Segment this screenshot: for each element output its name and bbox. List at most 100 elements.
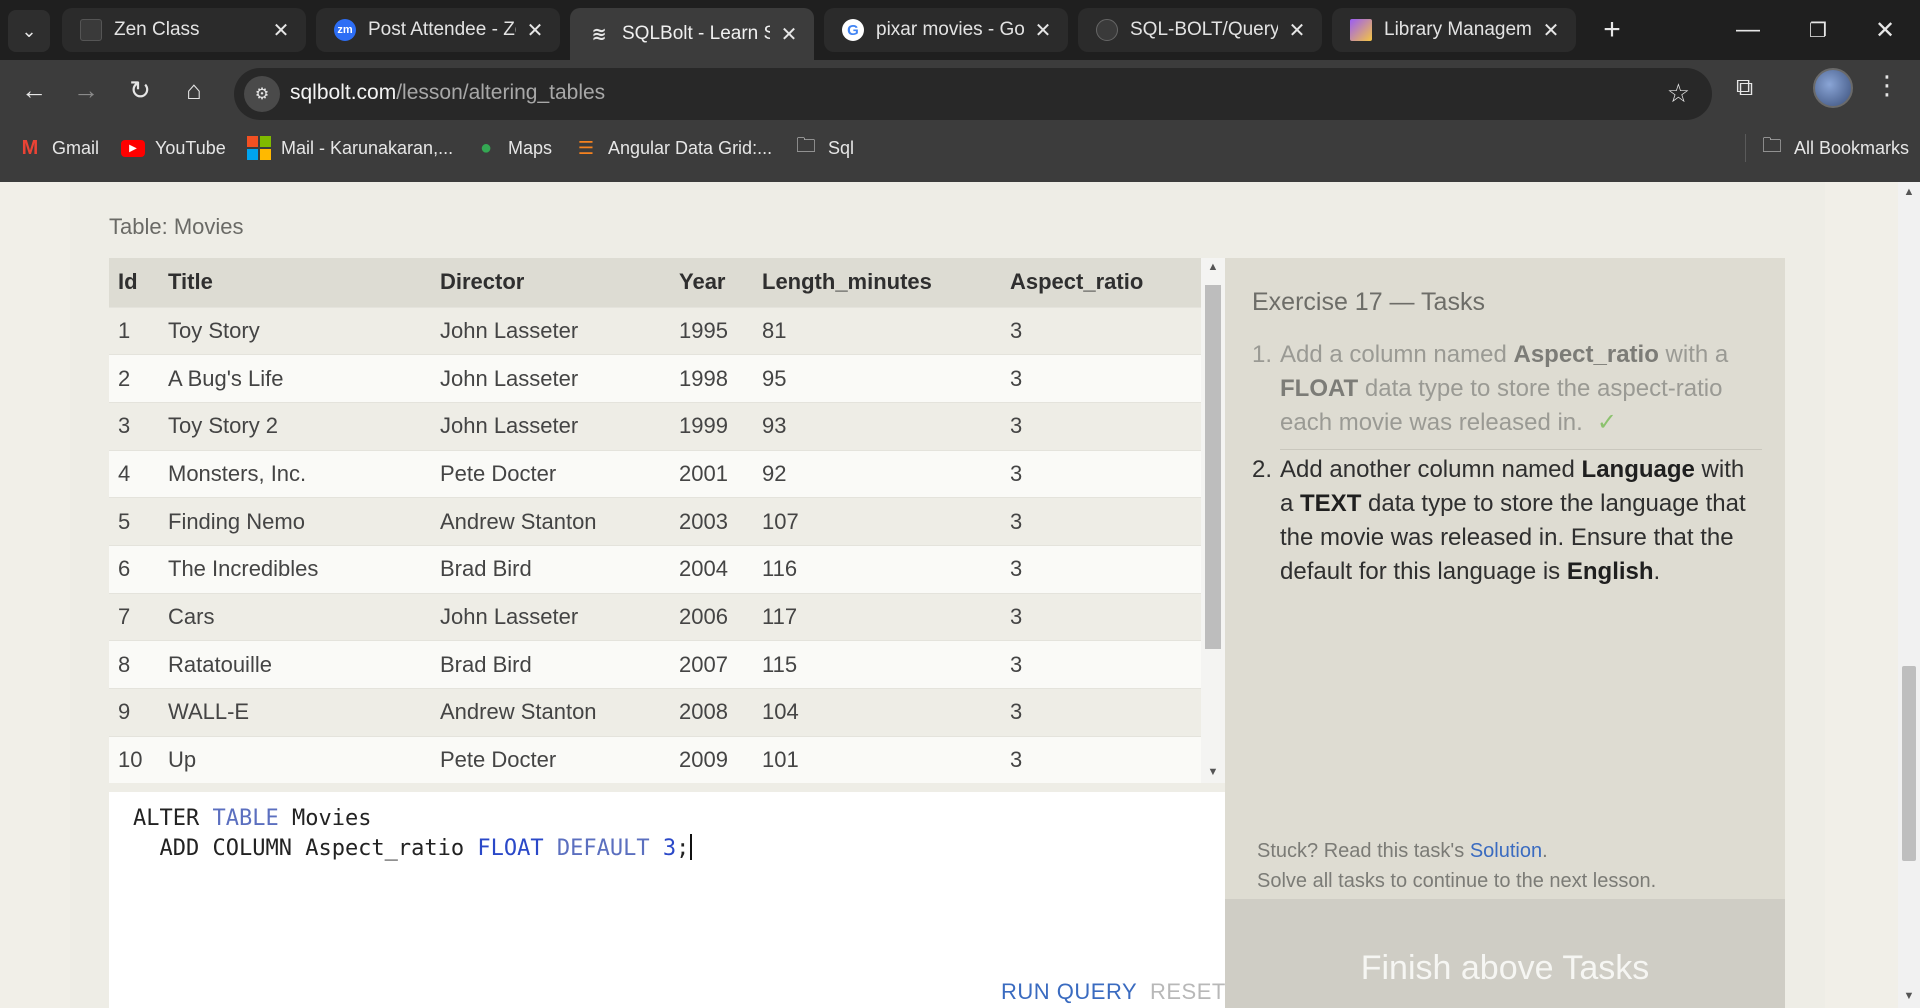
gmail-icon: M: [21, 136, 39, 159]
scroll-down-arrow-icon[interactable]: ▼: [1201, 766, 1225, 778]
site-info-icon[interactable]: ⚙: [244, 76, 280, 112]
exercise-title: Exercise 17 — Tasks: [1252, 288, 1485, 316]
close-tab-icon[interactable]: ✕: [1032, 18, 1054, 43]
cell: 8: [109, 640, 159, 689]
cell: 3: [1001, 688, 1201, 737]
tab-title: SQL-BOLT/Query-A: [1130, 19, 1278, 40]
cell: Toy Story 2: [159, 401, 431, 451]
youtube-icon: ▶: [121, 138, 145, 158]
cell: 3: [1001, 449, 1201, 498]
minimize-icon[interactable]: —: [1713, 0, 1783, 60]
finish-tasks-button[interactable]: Finish above Tasks: [1225, 899, 1785, 1008]
cell: Andrew Stanton: [431, 497, 670, 546]
bookmark-label: YouTube: [155, 137, 226, 158]
table-row: 5 Finding Nemo Andrew Stanton 2003 107 3: [109, 497, 1201, 546]
task-text-bold: English: [1566, 558, 1654, 585]
solution-link[interactable]: Solution: [1470, 840, 1542, 862]
cell: 3: [109, 401, 159, 451]
tab-zoom[interactable]: zm Post Attendee - Zoom ✕: [316, 8, 560, 52]
scroll-up-arrow-icon[interactable]: ▲: [1201, 261, 1225, 273]
profile-avatar[interactable]: [1813, 68, 1853, 108]
results-table: Id Title Director Year Length_minutes As…: [109, 258, 1201, 783]
bookmark-maps[interactable]: ● Maps: [474, 134, 552, 162]
column-header: Year: [670, 258, 753, 307]
cell: 2004: [670, 544, 753, 594]
close-tab-icon[interactable]: ✕: [1540, 18, 1562, 43]
cell: John Lasseter: [431, 401, 670, 451]
bookmark-gmail[interactable]: M Gmail: [18, 134, 99, 162]
bookmark-star-icon[interactable]: ☆: [1667, 78, 1690, 109]
close-tab-icon[interactable]: ✕: [524, 18, 546, 43]
forward-arrow-icon[interactable]: →: [66, 70, 106, 110]
cell: 3: [1001, 640, 1201, 689]
menu-dots-icon[interactable]: ⋮: [1874, 70, 1900, 101]
tab-zen-class[interactable]: Zen Class ✕: [62, 8, 306, 52]
cell: Pete Docter: [431, 449, 670, 498]
task-divider: [1280, 449, 1762, 450]
page-scrollbar[interactable]: ▲ ▼: [1898, 182, 1920, 1008]
cell: WALL-E: [159, 688, 431, 737]
task-text: Add another column named Language with a…: [1280, 453, 1762, 589]
results-scrollbar[interactable]: ▲ ▼: [1201, 258, 1225, 783]
bookmark-mail[interactable]: Mail - Karunakaran,...: [247, 134, 453, 162]
tab-search-chevron-icon[interactable]: ⌄: [8, 10, 50, 52]
cell: Cars: [159, 592, 431, 641]
reset-button[interactable]: RESET: [1150, 979, 1226, 1005]
folder-icon: 🗀: [796, 135, 816, 157]
query-editor[interactable]: ALTER TABLE Movies ADD COLUMN Aspect_rat…: [109, 792, 1225, 1008]
cell: 1995: [670, 306, 753, 355]
scroll-down-arrow-icon[interactable]: ▼: [1898, 990, 1920, 1002]
column-header: Title: [159, 258, 431, 307]
close-tab-icon[interactable]: ✕: [270, 18, 292, 43]
column-header: Id: [109, 258, 159, 307]
cell: 1999: [670, 401, 753, 451]
page-content: Table: Movies Id Title Director Year Len…: [0, 182, 1920, 1008]
scrollbar-thumb[interactable]: [1205, 285, 1221, 649]
tab-library[interactable]: Library Management ✕: [1332, 8, 1576, 52]
google-favicon: G: [842, 19, 864, 41]
scrollbar-thumb[interactable]: [1902, 666, 1916, 861]
window-close-icon[interactable]: ✕: [1850, 0, 1920, 60]
cell: A Bug's Life: [159, 354, 431, 403]
ag-grid-icon: ☰: [577, 137, 595, 158]
sql-keyword: ALTER: [133, 806, 200, 831]
table-row: 9 WALL-E Andrew Stanton 2008 104 3: [109, 688, 1201, 737]
cell: 3: [1001, 306, 1201, 355]
table-row: 7 Cars John Lasseter 2006 117 3: [109, 592, 1201, 641]
column-header: Aspect_ratio: [1001, 258, 1201, 307]
table-row: 1 Toy Story John Lasseter 1995 81 3: [109, 306, 1201, 355]
home-icon[interactable]: ⌂: [174, 70, 214, 110]
run-query-button[interactable]: RUN QUERY: [1001, 979, 1137, 1005]
table-row: 4 Monsters, Inc. Pete Docter 2001 92 3: [109, 449, 1201, 498]
cell: Pete Docter: [431, 735, 670, 783]
extensions-icon[interactable]: ⧉: [1736, 74, 1753, 102]
table-caption: Table: Movies: [109, 214, 244, 239]
query-code[interactable]: ALTER TABLE Movies ADD COLUMN Aspect_rat…: [133, 804, 693, 864]
url-text[interactable]: sqlbolt.com/lesson/altering_tables: [290, 81, 605, 105]
sql-identifier: Aspect_ratio: [305, 836, 465, 861]
bookmark-label: Maps: [508, 137, 553, 158]
address-bar[interactable]: ⚙ sqlbolt.com/lesson/altering_tables ☆: [234, 68, 1712, 120]
tab-github[interactable]: SQL-BOLT/Query-A ✕: [1078, 8, 1322, 52]
bookmark-folder-sql[interactable]: 🗀 Sql: [794, 134, 854, 162]
restore-icon[interactable]: ❐: [1783, 0, 1853, 60]
close-tab-icon[interactable]: ✕: [1286, 18, 1308, 43]
scroll-up-arrow-icon[interactable]: ▲: [1898, 186, 1920, 198]
cell: 3: [1001, 735, 1201, 783]
bookmark-youtube[interactable]: ▶ YouTube: [121, 134, 226, 162]
bookmark-ag-grid[interactable]: ☰ Angular Data Grid:...: [574, 134, 772, 162]
reload-icon[interactable]: ↻: [120, 70, 160, 110]
cell: 4: [109, 449, 159, 498]
cell: John Lasseter: [431, 592, 670, 641]
all-bookmarks[interactable]: 🗀 All Bookmarks: [1745, 134, 1909, 162]
tab-google[interactable]: G pixar movies - Google ✕: [824, 8, 1068, 52]
cell: Ratatouille: [159, 640, 431, 689]
new-tab-plus-icon[interactable]: +: [1594, 12, 1630, 48]
tab-sqlbolt[interactable]: ≋ SQLBolt - Learn SQL ✕: [570, 8, 814, 60]
back-arrow-icon[interactable]: ←: [14, 70, 54, 110]
close-tab-icon[interactable]: ✕: [778, 22, 800, 47]
checkmark-icon: ✓: [1596, 409, 1617, 436]
column-header: Length_minutes: [753, 258, 1001, 307]
sql-terminator: ;: [676, 836, 690, 861]
tab-title: pixar movies - Google: [876, 19, 1024, 40]
